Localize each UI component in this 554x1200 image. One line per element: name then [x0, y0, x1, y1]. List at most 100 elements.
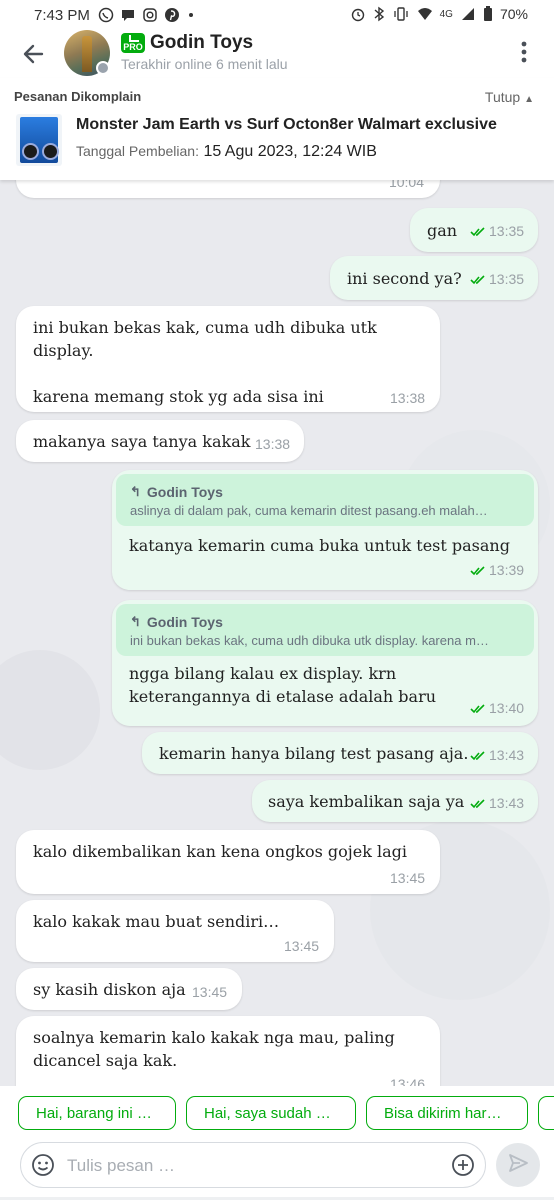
quick-replies-bar: Hai, barang ini … Hai, saya sudah … Bisa…	[0, 1086, 554, 1142]
chat-messages-area[interactable]: 10:04 gan 13:35 ini second ya? 13:35 ini…	[0, 180, 554, 1086]
message-text: katanya kemarin cuma buka untuk test pas…	[129, 536, 510, 555]
message-outgoing[interactable]: ↰ Godin Toys ini bukan bekas kak, cuma ud…	[112, 600, 538, 726]
vibrate-icon	[392, 6, 410, 22]
read-check-icon	[470, 751, 485, 761]
dot-icon	[186, 10, 196, 20]
message-outgoing[interactable]: kemarin hanya bilang test pasang aja. 13…	[142, 732, 538, 774]
chat-bubble-icon	[120, 7, 136, 23]
more-options-icon[interactable]	[520, 40, 528, 66]
read-check-icon	[470, 566, 485, 576]
purchase-date: Tanggal Pembelian: 15 Agu 2023, 12:24 WI…	[76, 143, 377, 161]
read-check-icon	[470, 799, 485, 809]
message-incoming[interactable]: soalnya kemarin kalo kakak nga mau, pali…	[16, 1016, 440, 1086]
status-time: 7:43 PM	[34, 6, 90, 24]
purchase-date-value: 15 Agu 2023, 12:24 WIB	[203, 143, 377, 160]
message-outgoing[interactable]: gan 13:35	[410, 208, 538, 252]
message-time-group: 13:43	[470, 747, 524, 763]
reply-icon: ↰	[130, 484, 141, 499]
status-bar: 7:43 PM 4G 70%	[0, 0, 554, 30]
send-button[interactable]	[496, 1143, 540, 1187]
message-time: 13:46	[390, 1076, 426, 1086]
read-check-icon	[470, 275, 485, 285]
signal-icon	[460, 6, 476, 22]
read-check-icon	[470, 227, 485, 237]
message-input-bar	[0, 1142, 554, 1200]
message-incoming[interactable]: 10:04	[16, 180, 440, 198]
quick-reply-chip[interactable]: Hai, saya sudah …	[186, 1096, 356, 1130]
message-time: 13:35	[489, 223, 525, 239]
message-time: 13:35	[489, 271, 525, 287]
shop-name[interactable]: Godin Toys	[150, 32, 253, 54]
message-outgoing[interactable]: ini second ya? 13:35	[330, 256, 538, 300]
message-time: 13:43	[489, 795, 525, 811]
message-time: 13:45	[284, 938, 320, 954]
purchase-date-label: Tanggal Pembelian:	[76, 143, 199, 159]
product-title[interactable]: Monster Jam Earth vs Surf Octon8er Walma…	[76, 116, 497, 134]
message-incoming[interactable]: ini bukan bekas kak, cuma udh dibuka utk…	[16, 306, 440, 412]
quick-reply-chip[interactable]	[538, 1096, 554, 1130]
message-text: ini bukan bekas kak, cuma udh dibuka utk…	[33, 318, 377, 406]
message-time-group: 13:35	[470, 271, 524, 287]
reply-snippet: ini bukan bekas kak, cuma udh dibuka utk…	[130, 633, 489, 648]
send-icon	[507, 1152, 529, 1179]
wifi-icon	[417, 6, 433, 22]
reply-author: Godin Toys	[146, 614, 223, 630]
instagram-icon	[142, 7, 158, 23]
chat-header: PRO Godin Toys Terakhir online 6 menit l…	[0, 30, 554, 78]
alarm-icon	[350, 6, 366, 22]
pinterest-icon	[164, 7, 180, 23]
pro-badge: PRO	[121, 33, 145, 53]
message-time: 13:45	[390, 870, 426, 886]
message-time-group: 13:43	[470, 795, 524, 811]
message-text: sy kasih diskon aja	[33, 980, 186, 999]
message-time: 13:39	[489, 562, 525, 578]
bluetooth-icon	[373, 6, 385, 22]
last-online-text: Terakhir online 6 menit lalu	[121, 56, 288, 72]
message-time-group: 13:40	[470, 700, 524, 716]
read-check-icon	[470, 704, 485, 714]
battery-icon	[483, 6, 493, 22]
quick-reply-chip[interactable]: Bisa dikirim har…	[366, 1096, 528, 1130]
network-label: 4G	[439, 8, 453, 20]
back-arrow-icon[interactable]	[20, 40, 48, 68]
reply-snippet: aslinya di dalam pak, cuma kemarin dites…	[130, 503, 488, 518]
message-time: 13:38	[255, 436, 291, 452]
complaint-order-panel: Pesanan Dikomplain Tutup ▲ Monster Jam E…	[0, 78, 554, 180]
message-text: kalo kakak mau buat sendiri…	[33, 912, 280, 931]
message-text: kemarin hanya bilang test pasang aja.	[159, 744, 469, 763]
message-outgoing[interactable]: saya kembalikan saja ya 13:43	[252, 780, 538, 822]
add-attachment-icon[interactable]	[451, 1153, 475, 1182]
message-time: 10:04	[388, 180, 424, 190]
close-panel-toggle[interactable]: Tutup ▲	[485, 89, 534, 105]
message-time-group: 13:35	[470, 223, 524, 239]
message-incoming[interactable]: sy kasih diskon aja 13:45	[16, 968, 242, 1010]
message-time: 13:45	[192, 984, 228, 1000]
quick-reply-chip[interactable]: Hai, barang ini …	[18, 1096, 176, 1130]
toggle-label: Tutup	[484, 89, 521, 105]
reply-preview[interactable]: ↰ Godin Toys ini bukan bekas kak, cuma ud…	[116, 604, 534, 656]
message-text: ngga bilang kalau ex display. krn ketera…	[129, 664, 437, 706]
whatsapp-icon	[98, 7, 114, 23]
reply-author: Godin Toys	[146, 484, 223, 500]
online-status-dot	[96, 61, 110, 75]
message-text: saya kembalikan saja ya	[268, 792, 465, 811]
reply-preview[interactable]: ↰ Godin Toys aslinya di dalam pak, cuma k…	[116, 474, 534, 526]
message-outgoing[interactable]: ↰ Godin Toys aslinya di dalam pak, cuma k…	[112, 470, 538, 590]
message-time: 13:38	[390, 390, 426, 406]
message-text: ini second ya?	[347, 269, 462, 288]
message-incoming[interactable]: kalo kakak mau buat sendiri… 13:45	[16, 900, 334, 962]
chevron-up-icon: ▲	[524, 94, 534, 105]
battery-level: 70%	[499, 6, 528, 22]
message-incoming[interactable]: makanya saya tanya kakak 13:38	[16, 420, 304, 462]
emoji-icon[interactable]	[31, 1153, 55, 1182]
message-input[interactable]	[65, 1151, 429, 1181]
message-text: gan	[427, 221, 458, 240]
message-incoming[interactable]: kalo dikembalikan kan kena ongkos gojek …	[16, 830, 440, 894]
reply-icon: ↰	[130, 614, 141, 629]
message-time: 13:43	[489, 747, 525, 763]
message-time: 13:40	[489, 700, 525, 716]
message-text: makanya saya tanya kakak	[33, 432, 251, 451]
message-time-group: 13:39	[470, 562, 524, 578]
product-thumbnail[interactable]	[16, 114, 62, 166]
message-text: kalo dikembalikan kan kena ongkos gojek …	[33, 842, 408, 861]
